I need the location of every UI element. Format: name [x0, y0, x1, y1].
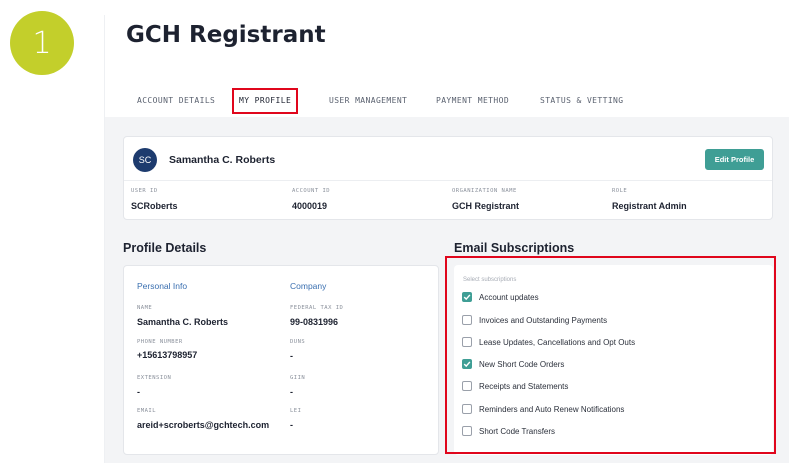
checkmark-icon [463, 294, 471, 301]
name-label: NAME [137, 305, 153, 311]
subscription-account-updates[interactable]: Account updates [462, 290, 539, 304]
profile-details-title: Profile Details [123, 241, 207, 255]
name-value: Samantha C. Roberts [137, 317, 229, 327]
card-divider [124, 180, 772, 181]
checkbox[interactable] [462, 381, 472, 391]
phone-number-label: PHONE NUMBER [137, 339, 183, 345]
tab-my-profile[interactable]: MY PROFILE [232, 88, 299, 114]
user-summary-card: SC Samantha C. Roberts Edit Profile USER… [123, 136, 773, 220]
lei-label: LEI [290, 408, 302, 414]
edit-profile-button[interactable]: Edit Profile [705, 149, 764, 170]
subscription-lease-updates[interactable]: Lease Updates, Cancellations and Opt Out… [462, 335, 635, 349]
checkbox[interactable] [462, 426, 472, 436]
role-value: Registrant Admin [612, 201, 687, 211]
lei-value: - [290, 420, 293, 430]
subscription-label: Invoices and Outstanding Payments [479, 315, 608, 325]
tab-account-details[interactable]: ACCOUNT DETAILS [137, 96, 215, 105]
personal-info-heading: Personal Info [137, 281, 188, 291]
subscription-label: Lease Updates, Cancellations and Opt Out… [479, 337, 636, 347]
duns-value: - [290, 351, 293, 361]
subscription-short-code-transfers[interactable]: Short Code Transfers [462, 424, 555, 438]
user-id-value: SCRoberts [131, 201, 178, 211]
giin-label: GIIN [290, 375, 306, 381]
email-subscriptions-title: Email Subscriptions [454, 241, 575, 255]
profile-details-card: Personal Info Company NAME Samantha C. R… [123, 265, 439, 455]
duns-label: DUNS [290, 339, 306, 345]
checkbox[interactable] [462, 315, 472, 325]
subscriptions-placeholder: Select subscriptions [463, 277, 517, 283]
extension-label: EXTENSION [137, 375, 172, 381]
email-subscriptions-card: Select subscriptions Account updates Inv… [454, 265, 773, 455]
subscription-label: Receipts and Statements [479, 381, 569, 391]
checkbox[interactable] [462, 292, 472, 302]
email-label: EMAIL [137, 408, 157, 414]
organization-name-label: ORGANIZATION NAME [452, 188, 517, 194]
account-id-value: 4000019 [292, 201, 328, 211]
subscription-label: New Short Code Orders [479, 359, 565, 369]
subscription-receipts[interactable]: Receipts and Statements [462, 379, 568, 393]
checkbox[interactable] [462, 404, 472, 414]
subscription-label: Account updates [479, 292, 539, 302]
federal-tax-id-value: 99-0831996 [290, 317, 339, 327]
checkbox[interactable] [462, 337, 472, 347]
company-heading: Company [290, 281, 327, 291]
giin-value: - [290, 387, 293, 397]
avatar: SC [133, 148, 157, 172]
organization-name-value: GCH Registrant [452, 201, 520, 211]
extension-value: - [137, 387, 140, 397]
phone-number-value: +15613798957 [137, 350, 198, 360]
subscription-label: Reminders and Auto Renew Notifications [479, 404, 625, 414]
tab-status-vetting[interactable]: STATUS & VETTING [540, 96, 623, 105]
page-title: GCH Registrant [126, 22, 326, 48]
user-id-label: USER ID [131, 188, 158, 194]
checkbox[interactable] [462, 359, 472, 369]
role-label: ROLE [612, 188, 628, 194]
subscription-invoices[interactable]: Invoices and Outstanding Payments [462, 313, 607, 327]
federal-tax-id-label: FEDERAL TAX ID [290, 305, 344, 311]
tab-bar: ACCOUNT DETAILS MY PROFILE USER MANAGEME… [105, 82, 789, 117]
subscription-reminders[interactable]: Reminders and Auto Renew Notifications [462, 402, 624, 416]
account-id-label: ACCOUNT ID [292, 188, 331, 194]
tab-user-management[interactable]: USER MANAGEMENT [329, 96, 407, 105]
subscription-new-short-code-orders[interactable]: New Short Code Orders [462, 357, 564, 371]
subscription-label: Short Code Transfers [479, 426, 556, 436]
tab-payment-method[interactable]: PAYMENT METHOD [436, 96, 509, 105]
email-value: areid+scroberts@gchtech.com [137, 420, 270, 430]
step-number-badge: 1 [10, 11, 74, 75]
user-name: Samantha C. Roberts [169, 154, 276, 166]
checkmark-icon [463, 361, 471, 368]
